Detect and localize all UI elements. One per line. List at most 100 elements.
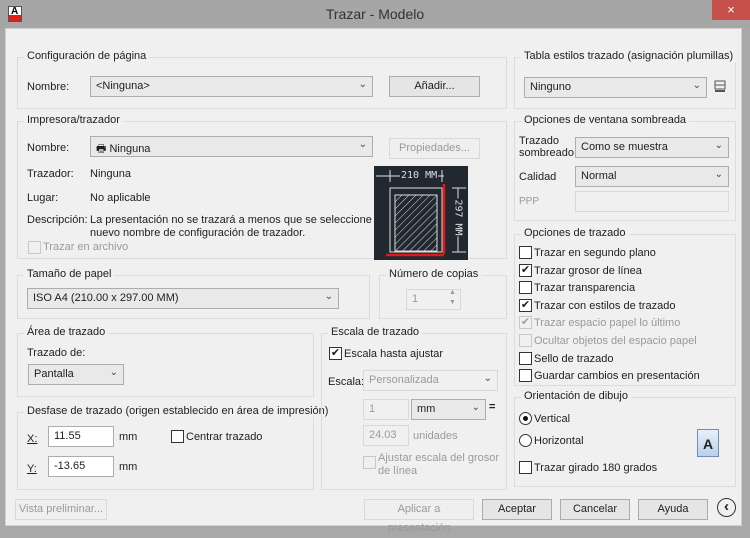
plot-option-checkbox[interactable]: ✔ bbox=[519, 264, 532, 277]
page-setup-name-label: Nombre: bbox=[27, 81, 70, 93]
plot-option-label: Sello de trazado bbox=[534, 353, 614, 365]
add-page-setup-button[interactable]: Añadir... bbox=[389, 76, 480, 97]
dialog-body: Configuración de página Nombre: <Ninguna… bbox=[5, 28, 742, 534]
page-setup-label: Configuración de página bbox=[24, 50, 150, 62]
ok-button[interactable]: Aceptar bbox=[482, 499, 552, 520]
scale-unit-value: mm bbox=[417, 403, 436, 415]
scale-value: Personalizada bbox=[369, 374, 439, 386]
plot-option-label: Ocultar objetos del espacio papel bbox=[534, 335, 697, 347]
plot-what-dropdown[interactable]: Pantalla ⌄ bbox=[28, 364, 124, 385]
plot-options-label: Opciones de trazado bbox=[521, 227, 629, 239]
equals-sign: = bbox=[489, 401, 496, 413]
paper-preview: 210 MM 297 MM bbox=[374, 166, 468, 260]
preview-width-label: 210 MM bbox=[400, 170, 439, 181]
plot-scale-label: Escala de trazado bbox=[328, 326, 423, 338]
printer-name-value: Ninguna bbox=[109, 143, 151, 155]
shade-plot-label-2: sombreado bbox=[519, 147, 575, 159]
plot-option-checkbox[interactable]: ✔ bbox=[519, 316, 532, 329]
plot-option-checkbox[interactable] bbox=[519, 281, 532, 294]
plot-to-file-checkbox[interactable] bbox=[28, 241, 41, 254]
help-button[interactable]: Ayuda bbox=[638, 499, 708, 520]
upside-down-label: Trazar girado 180 grados bbox=[534, 462, 658, 474]
quality-dropdown[interactable]: Normal ⌄ bbox=[575, 166, 729, 187]
plot-option-checkbox[interactable] bbox=[519, 334, 532, 347]
printer-name-label: Nombre: bbox=[27, 142, 70, 154]
offset-x-input[interactable]: 11.55 bbox=[48, 426, 114, 447]
portrait-radio[interactable] bbox=[519, 412, 532, 425]
page-setup-name-value: <Ninguna> bbox=[96, 80, 150, 92]
description-line-2: nuevo nombre de configuración de trazado… bbox=[90, 227, 306, 239]
dpi-input[interactable] bbox=[575, 191, 729, 212]
plot-option-checkbox[interactable]: ✔ bbox=[519, 299, 532, 312]
offset-y-unit: mm bbox=[119, 461, 138, 473]
center-plot-checkbox[interactable] bbox=[171, 430, 184, 443]
shaded-viewport-label: Opciones de ventana sombreada bbox=[521, 114, 690, 126]
copies-label: Número de copias bbox=[386, 268, 482, 280]
shade-plot-value: Como se muestra bbox=[581, 141, 668, 153]
offset-x-label: X: bbox=[27, 433, 38, 445]
plot-style-table-value: Ninguno bbox=[530, 81, 571, 93]
chevron-down-icon: ⌄ bbox=[714, 169, 723, 180]
cancel-button[interactable]: Cancelar bbox=[560, 499, 630, 520]
fit-to-paper-label: Escala hasta ajustar bbox=[344, 348, 444, 360]
spinner-up-icon[interactable]: ▲ bbox=[449, 289, 456, 296]
chevron-down-icon: ⌄ bbox=[471, 402, 480, 413]
description-label: Descripción: bbox=[27, 214, 88, 226]
chevron-down-icon: ⌄ bbox=[324, 291, 333, 302]
apply-to-layout-button[interactable]: Aplicar a presentación bbox=[364, 499, 474, 534]
printer-group-label: Impresora/trazador bbox=[24, 114, 123, 126]
close-button[interactable]: × bbox=[712, 0, 750, 20]
scale-numerator-input[interactable]: 1 bbox=[363, 399, 409, 420]
fit-to-paper-checkbox[interactable]: ✔ bbox=[329, 347, 342, 360]
scale-denominator-input[interactable]: 24.03 bbox=[363, 425, 409, 446]
edit-plot-style-icon[interactable] bbox=[712, 79, 728, 95]
paper-size-label: Tamaño de papel bbox=[24, 268, 115, 280]
landscape-radio[interactable] bbox=[519, 434, 532, 447]
plot-option-checkbox[interactable] bbox=[519, 369, 532, 382]
properties-button[interactable]: Propiedades... bbox=[389, 138, 480, 159]
printer-name-dropdown[interactable]: 🖶 Ninguna ⌄ bbox=[90, 136, 373, 157]
units-label: unidades bbox=[413, 430, 458, 442]
paper-size-dropdown[interactable]: ISO A4 (210.00 x 297.00 MM) ⌄ bbox=[27, 288, 339, 309]
paper-size-value: ISO A4 (210.00 x 297.00 MM) bbox=[33, 292, 179, 304]
scale-dropdown[interactable]: Personalizada ⌄ bbox=[363, 370, 498, 391]
plot-option-label: Trazar espacio papel lo último bbox=[534, 317, 681, 329]
chevron-down-icon: ⌄ bbox=[358, 79, 367, 90]
scale-lineweights-checkbox[interactable] bbox=[363, 456, 376, 469]
upside-down-checkbox[interactable] bbox=[519, 461, 532, 474]
shade-plot-label-1: Trazado bbox=[519, 135, 559, 147]
plot-option-checkbox[interactable] bbox=[519, 246, 532, 259]
plot-option-label: Trazar con estilos de trazado bbox=[534, 300, 676, 312]
shade-plot-dropdown[interactable]: Como se muestra ⌄ bbox=[575, 137, 729, 158]
quality-value: Normal bbox=[581, 170, 617, 182]
scale-unit-dropdown[interactable]: mm ⌄ bbox=[411, 399, 486, 420]
collapse-options-icon[interactable]: ‹ bbox=[717, 498, 736, 517]
plot-style-table-label: Tabla estilos trazado (asignación plumil… bbox=[521, 50, 737, 62]
portrait-paper-icon: A bbox=[697, 429, 719, 457]
chevron-down-icon: ⌄ bbox=[692, 80, 701, 91]
spinner-down-icon[interactable]: ▼ bbox=[449, 299, 456, 306]
plot-offset-group: Desfase de trazado (origen establecido e… bbox=[17, 405, 332, 490]
chevron-down-icon: ⌄ bbox=[358, 139, 367, 150]
center-plot-label: Centrar trazado bbox=[186, 431, 263, 443]
offset-y-input[interactable]: -13.65 bbox=[48, 456, 114, 477]
plot-style-table-dropdown[interactable]: Ninguno ⌄ bbox=[524, 77, 707, 98]
window-title: Trazar - Modelo bbox=[325, 6, 425, 22]
plot-option-label: Trazar transparencia bbox=[534, 282, 636, 294]
location-value: No aplicable bbox=[90, 192, 151, 204]
plotter-value: Ninguna bbox=[90, 168, 131, 180]
chevron-down-icon: ⌄ bbox=[714, 140, 723, 151]
plot-area-label: Área de trazado bbox=[24, 326, 109, 338]
plot-offset-label: Desfase de trazado (origen establecido e… bbox=[24, 405, 332, 417]
plot-option-label: Trazar en segundo plano bbox=[534, 247, 656, 259]
description-line-1: La presentación no se trazará a menos qu… bbox=[90, 214, 388, 226]
plotter-label: Trazador: bbox=[27, 168, 74, 180]
scale-lineweights-label-1: Ajustar escala del grosor bbox=[378, 452, 500, 464]
plot-option-label: Trazar grosor de línea bbox=[534, 265, 642, 277]
page-setup-name-dropdown[interactable]: <Ninguna> ⌄ bbox=[90, 76, 373, 97]
quality-label: Calidad bbox=[519, 171, 557, 183]
plot-what-value: Pantalla bbox=[34, 368, 74, 380]
plot-option-checkbox[interactable] bbox=[519, 352, 532, 365]
preview-button[interactable]: Vista preliminar... bbox=[15, 499, 107, 520]
dpi-label: PPP bbox=[519, 196, 540, 207]
